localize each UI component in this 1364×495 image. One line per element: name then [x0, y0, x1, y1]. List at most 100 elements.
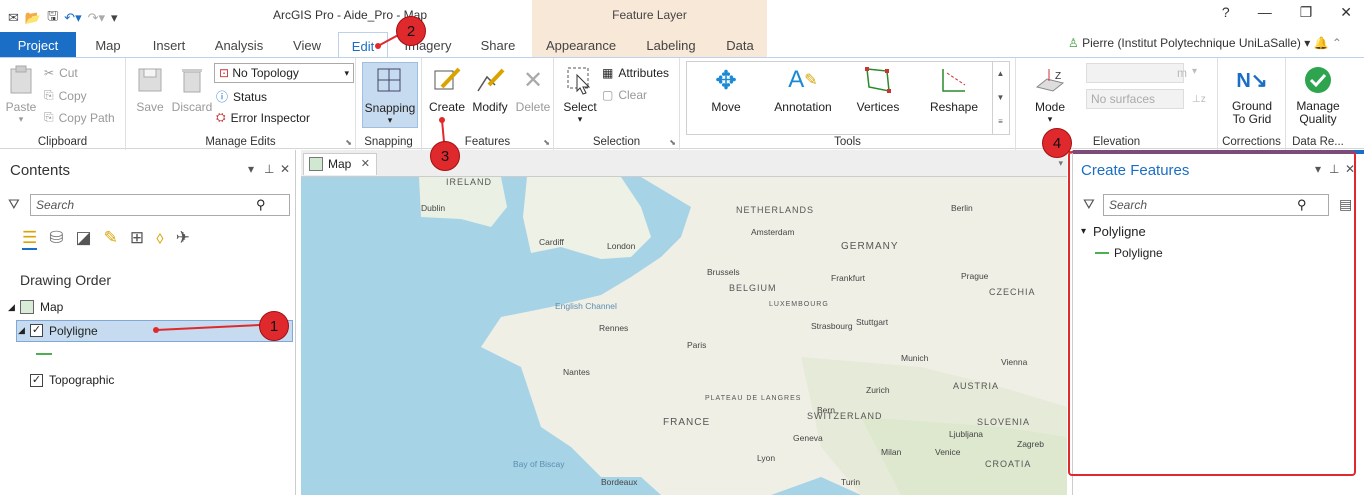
modify-feature-icon: [474, 64, 506, 96]
copy-path-icon: ⎘: [44, 110, 54, 124]
plateau-label: PLATEAU DE LANGRES: [705, 395, 802, 402]
pane-menu-icon[interactable]: ▾: [248, 162, 254, 176]
group-data-reviewer: Manage Quality Data Re...: [1286, 58, 1350, 150]
minimize-icon[interactable]: —: [1258, 4, 1272, 21]
labeling-view-icon[interactable]: ⬨: [156, 228, 164, 250]
group-clipboard: Paste ▾ ✂ Cut ⎘ Copy ⎘ Copy Path Clipboard: [0, 58, 126, 150]
zagreb-label: Zagreb: [1017, 439, 1044, 449]
group-features: Create Modify ✕ Delete Features ⬊: [422, 58, 554, 150]
tab-view[interactable]: View: [286, 32, 328, 57]
elevation-value-input[interactable]: m: [1086, 63, 1187, 83]
frankfurt-label: Frankfurt: [831, 273, 866, 283]
dublin-label: Dublin: [421, 203, 446, 213]
contents-search-input[interactable]: Search: [30, 194, 290, 216]
filter-icon[interactable]: ⛛: [8, 196, 20, 213]
select-button[interactable]: Select ▾: [560, 64, 600, 125]
ljubljana-label: Ljubljana: [949, 429, 984, 439]
group-corrections: N↘ Ground To Grid Corrections: [1218, 58, 1286, 150]
gallery-scroll[interactable]: ▲ ▼ ≡: [992, 62, 1008, 134]
dialog-launcher-icon[interactable]: ⬊: [543, 138, 550, 147]
strasbourg-label: Strasbourg: [811, 321, 853, 331]
expand-map-icon[interactable]: ◢: [8, 302, 15, 313]
delete-icon: ✕: [522, 66, 544, 94]
elevation-stepper-icon[interactable]: ▾: [1192, 66, 1197, 77]
error-inspector-button[interactable]: ⛭ Error Inspector: [216, 110, 310, 125]
contents-view-toolbar: ☰ ⛁ ◪ ✎ ⊞ ⬨ ✈: [22, 228, 190, 250]
snapping-icon: [374, 65, 406, 97]
luxembourg-label: LUXEMBOURG: [769, 301, 829, 308]
create-features-button[interactable]: Create: [428, 64, 466, 114]
tab-analysis[interactable]: Analysis: [208, 32, 270, 57]
delete-features-button[interactable]: ✕ Delete: [514, 64, 552, 115]
map-tab-icon: [309, 157, 323, 171]
status-button[interactable]: ⓘ Status: [216, 88, 267, 105]
close-icon[interactable]: ✕: [1340, 4, 1352, 21]
map-view-tab[interactable]: Map ✕: [303, 153, 377, 175]
discard-edits-button[interactable]: Discard: [170, 64, 214, 114]
tree-item-topographic[interactable]: Topographic: [49, 373, 114, 387]
modify-features-button[interactable]: Modify: [468, 64, 512, 114]
expand-layer-icon[interactable]: ◢: [18, 325, 25, 336]
tab-overflow-icon[interactable]: ▾: [1058, 158, 1063, 169]
amsterdam-label: Amsterdam: [751, 227, 795, 237]
topology-dropdown[interactable]: ⊡ No Topology ▾: [214, 63, 354, 83]
clear-selection-button[interactable]: ▢ Clear: [602, 88, 647, 102]
polyligne-visibility-checkbox[interactable]: ✓: [30, 324, 43, 337]
paste-button[interactable]: Paste ▾: [4, 64, 38, 125]
ground-to-grid-button[interactable]: N↘ Ground To Grid: [1220, 64, 1284, 126]
rennes-label: Rennes: [599, 323, 629, 333]
map-canvas[interactable]: IRELAND Dublin NETHERLANDS Amsterdam Ber…: [301, 177, 1067, 495]
manage-quality-button[interactable]: Manage Quality: [1288, 64, 1348, 126]
tab-share[interactable]: Share: [474, 32, 522, 57]
cut-button[interactable]: ✂ Cut: [44, 66, 78, 80]
maximize-icon[interactable]: ❐: [1300, 4, 1313, 21]
clear-selection-icon: ▢: [602, 88, 614, 102]
elevation-mode-button[interactable]: Z Mode ▾: [1028, 64, 1072, 125]
germany-label: GERMANY: [841, 241, 899, 252]
move-tool-button[interactable]: ✥ Move: [698, 64, 754, 115]
perspective-imagery-icon[interactable]: ✈: [176, 228, 190, 250]
snapping-button[interactable]: Snapping ▾: [362, 62, 418, 128]
close-map-tab-icon[interactable]: ✕: [361, 154, 370, 174]
callout-3: 3: [430, 141, 460, 171]
topographic-visibility-checkbox[interactable]: ✓: [30, 374, 43, 387]
help-icon[interactable]: ?: [1222, 4, 1230, 21]
user-account[interactable]: ♙ Pierre (Institut Polytechnique UniLaSa…: [1068, 36, 1342, 50]
topology-icon: ⊡: [219, 66, 233, 80]
vertices-tool-button[interactable]: Vertices: [850, 64, 906, 114]
polyligne-layer-label: Polyligne: [49, 324, 98, 338]
dialog-launcher-icon[interactable]: ⬊: [345, 138, 352, 147]
tab-map[interactable]: Map: [86, 32, 130, 57]
drawing-order-icon[interactable]: ☰: [22, 228, 38, 250]
geneva-label: Geneva: [793, 433, 823, 443]
zurich-label: Zurich: [866, 385, 890, 395]
croatia-label: CROATIA: [985, 459, 1032, 469]
annotation-tool-button[interactable]: A ✎ Annotation: [768, 64, 838, 114]
save-edits-button[interactable]: Save: [132, 64, 168, 114]
tab-edit[interactable]: Edit: [338, 32, 388, 57]
pin-icon[interactable]: ⊥: [264, 162, 274, 176]
tab-project[interactable]: Project: [0, 32, 76, 57]
elevation-mode-icon: Z: [1034, 64, 1066, 96]
surfaces-dropdown[interactable]: No surfaces: [1086, 89, 1184, 109]
z-from-surface-icon[interactable]: ⊥z: [1192, 94, 1206, 105]
checkmark-icon: [1302, 64, 1334, 96]
tab-labeling[interactable]: Labeling: [640, 32, 702, 57]
tab-insert[interactable]: Insert: [146, 32, 192, 57]
data-source-icon[interactable]: ⛁: [49, 228, 63, 250]
dialog-launcher-icon[interactable]: ⬊: [669, 138, 676, 147]
editing-view-icon[interactable]: ✎: [104, 228, 118, 250]
attributes-button[interactable]: ▦ Attributes: [602, 66, 669, 80]
tab-appearance[interactable]: Appearance: [540, 32, 622, 57]
group-manage-edits: Save Discard ⊡ No Topology ▾ ⓘ Status ⛭ Err…: [126, 58, 356, 150]
error-inspector-icon: ⛭: [216, 110, 226, 124]
copy-path-button[interactable]: ⎘ Copy Path: [44, 110, 115, 125]
reshape-tool-button[interactable]: Reshape: [924, 64, 984, 114]
close-pane-icon[interactable]: ✕: [280, 162, 290, 176]
selection-view-icon[interactable]: ◪: [76, 228, 92, 250]
tree-item-map[interactable]: Map: [40, 300, 63, 314]
snapping-view-icon[interactable]: ⊞: [130, 228, 144, 250]
nantes-label: Nantes: [563, 367, 590, 377]
copy-button[interactable]: ⎘ Copy: [44, 88, 87, 103]
tab-data[interactable]: Data: [718, 32, 762, 57]
